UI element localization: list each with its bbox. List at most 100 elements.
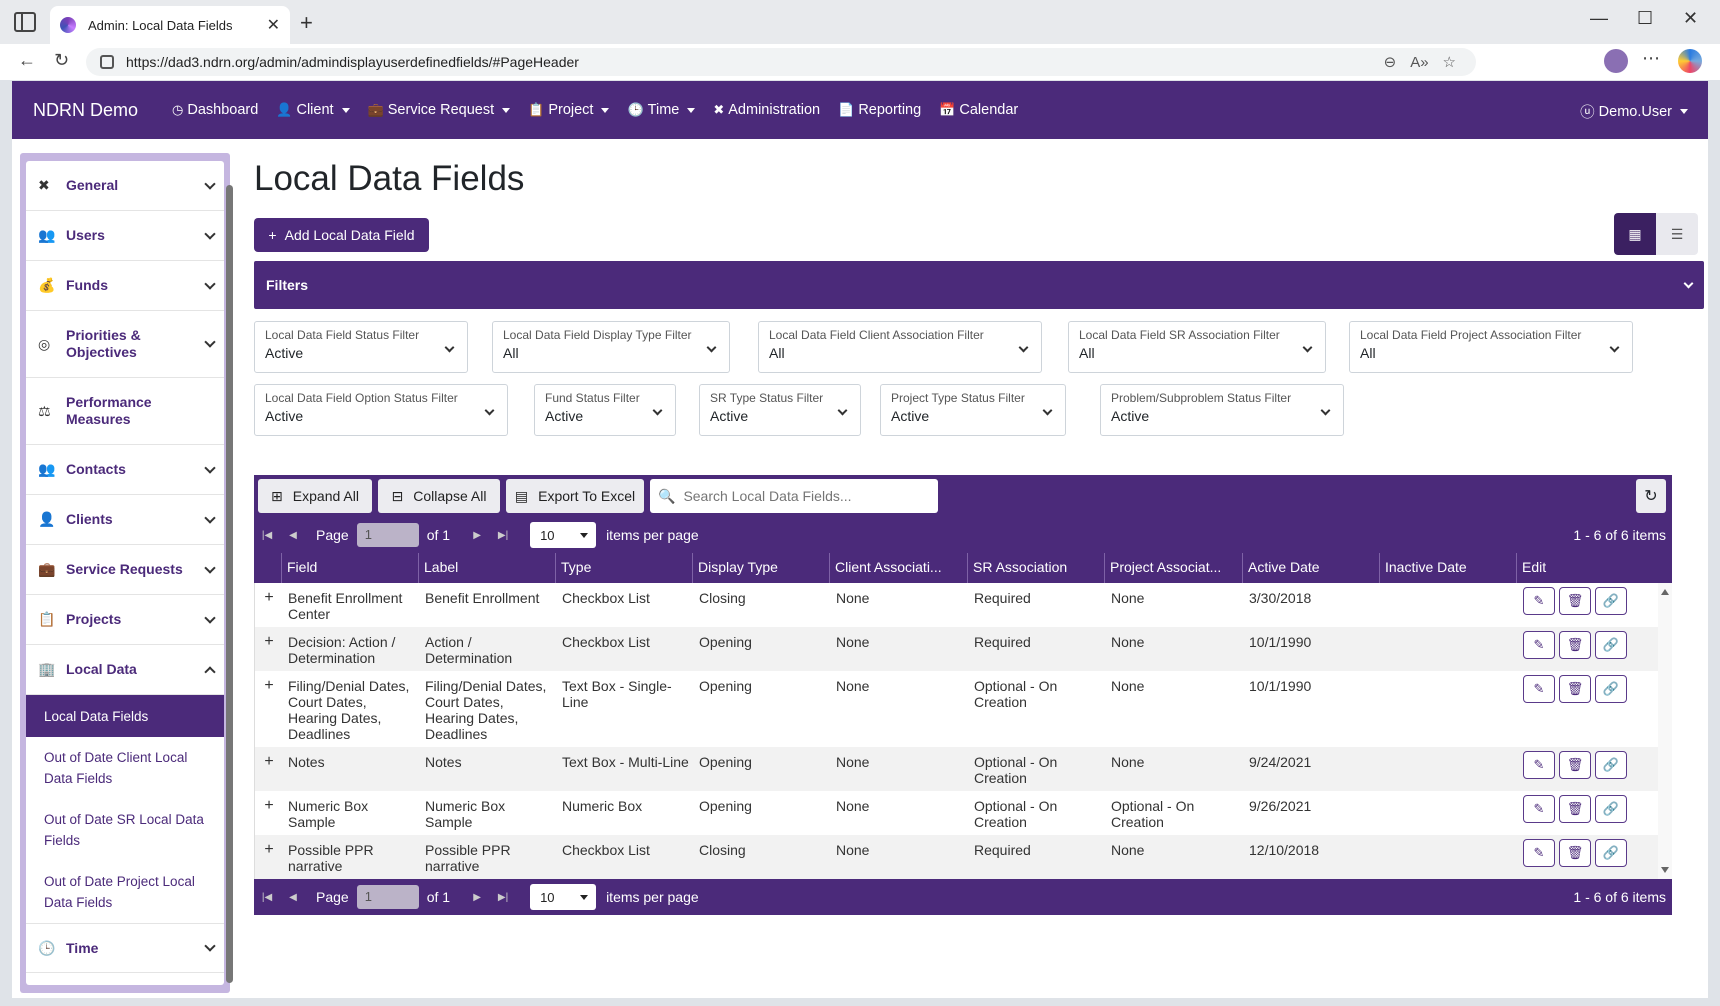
sidebar-item-users[interactable]: 👥 Users — [26, 211, 224, 261]
filters-panel-header[interactable]: Filters — [254, 261, 1704, 309]
ldf-status-filter[interactable]: Local Data Field Status Filter Active — [254, 321, 468, 373]
read-aloud-icon[interactable]: A» — [1410, 54, 1428, 71]
next-page-icon[interactable]: ▶ — [464, 530, 490, 541]
sidebar-item-performance-measures[interactable]: ⚖ Performance Measures — [26, 378, 224, 445]
first-page-icon[interactable]: |◀ — [254, 892, 280, 903]
delete-icon[interactable]: 🗑 — [1559, 751, 1591, 779]
last-page-icon[interactable]: ▶| — [490, 530, 516, 541]
nav-time[interactable]: 🕒 Time — [627, 102, 696, 118]
sidebar-item-time[interactable]: 🕒 Time — [26, 923, 224, 973]
link-icon[interactable]: 🔗 — [1595, 675, 1627, 703]
last-page-icon[interactable]: ▶| — [490, 892, 516, 903]
project-type-status-filter[interactable]: Project Type Status Filter Active — [880, 384, 1066, 436]
edit-icon[interactable]: ✎ — [1523, 839, 1555, 867]
grid-view-button[interactable]: ▦ — [1614, 213, 1656, 255]
tab-close-icon[interactable]: ✕ — [267, 15, 280, 35]
items-per-page-select[interactable]: 10 — [530, 884, 597, 910]
ldf-client-association-filter[interactable]: Local Data Field Client Association Filt… — [758, 321, 1042, 373]
ldf-sr-association-filter[interactable]: Local Data Field SR Association Filter Al… — [1068, 321, 1326, 373]
more-options-icon[interactable]: ⋯ — [1642, 48, 1660, 69]
grid-scrollbar[interactable] — [1658, 583, 1672, 879]
delete-icon[interactable]: 🗑 — [1559, 587, 1591, 615]
expand-row-icon[interactable]: + — [255, 835, 283, 879]
col-sr-association[interactable]: SR Association — [968, 553, 1105, 583]
nav-project[interactable]: 📋 Project — [528, 102, 610, 118]
nav-dashboard[interactable]: ◷ Dashboard — [172, 102, 258, 118]
sidebar-item-general[interactable]: ✖ General — [26, 161, 224, 211]
nav-client[interactable]: 👤 Client — [276, 102, 350, 118]
expand-row-icon[interactable]: + — [255, 627, 283, 671]
list-view-button[interactable]: ☰ — [1656, 213, 1698, 255]
expand-row-icon[interactable]: + — [255, 583, 283, 627]
items-per-page-select[interactable]: 10 — [530, 522, 597, 548]
edit-icon[interactable]: ✎ — [1523, 587, 1555, 615]
sidebar-item-clients[interactable]: 👤 Clients — [26, 495, 224, 545]
prev-page-icon[interactable]: ◀ — [280, 892, 306, 903]
expand-row-icon[interactable]: + — [255, 671, 283, 747]
edit-icon[interactable]: ✎ — [1523, 631, 1555, 659]
edit-icon[interactable]: ✎ — [1523, 675, 1555, 703]
url-field[interactable]: https://dad3.ndrn.org/admin/admindisplay… — [86, 48, 1476, 76]
col-inactive-date[interactable]: Inactive Date — [1380, 553, 1517, 583]
col-project-association[interactable]: Project Associat... — [1105, 553, 1243, 583]
sidebar-sub-out-of-date-client[interactable]: Out of Date Client Local Data Fields — [26, 737, 224, 799]
prev-page-icon[interactable]: ◀ — [280, 530, 306, 541]
sidebar-sub-out-of-date-project[interactable]: Out of Date Project Local Data Fields — [26, 861, 224, 923]
user-menu[interactable]: ⓤ Demo.User — [1580, 101, 1688, 122]
window-close-icon[interactable]: ✕ — [1683, 8, 1698, 29]
ldf-project-association-filter[interactable]: Local Data Field Project Association Fil… — [1349, 321, 1633, 373]
refresh-button[interactable]: ↻ — [1636, 479, 1666, 513]
sr-type-status-filter[interactable]: SR Type Status Filter Active — [699, 384, 861, 436]
nav-reporting[interactable]: 📄 Reporting — [838, 102, 921, 118]
link-icon[interactable]: 🔗 — [1595, 587, 1627, 615]
col-label[interactable]: Label — [419, 553, 556, 583]
sidebar-item-projects[interactable]: 📋 Projects — [26, 595, 224, 645]
scroll-down-icon[interactable] — [1661, 867, 1669, 873]
grid-search[interactable]: 🔍 — [650, 479, 938, 513]
sidebar-item-contacts[interactable]: 👥 Contacts — [26, 445, 224, 495]
sidebar-sub-local-data-fields[interactable]: Local Data Fields — [26, 695, 224, 737]
link-icon[interactable]: 🔗 — [1595, 839, 1627, 867]
maximize-icon[interactable]: ☐ — [1637, 8, 1653, 29]
nav-service-request[interactable]: 💼 Service Request — [368, 102, 511, 118]
col-field[interactable]: Field — [282, 553, 419, 583]
expand-row-icon[interactable]: + — [255, 747, 283, 791]
browser-tab[interactable]: Admin: Local Data Fields ✕ — [50, 6, 290, 44]
col-display-type[interactable]: Display Type — [693, 553, 830, 583]
col-type[interactable]: Type — [556, 553, 693, 583]
minimize-icon[interactable]: — — [1590, 8, 1608, 29]
delete-icon[interactable]: 🗑 — [1559, 631, 1591, 659]
col-active-date[interactable]: Active Date — [1243, 553, 1380, 583]
delete-icon[interactable]: 🗑 — [1559, 675, 1591, 703]
favorite-icon[interactable]: ☆ — [1443, 53, 1456, 71]
next-page-icon[interactable]: ▶ — [464, 892, 490, 903]
profile-icon[interactable] — [1604, 49, 1628, 73]
problem-subproblem-status-filter[interactable]: Problem/Subproblem Status Filter Active — [1100, 384, 1344, 436]
sidebar-item-service-requests[interactable]: 💼 Service Requests — [26, 545, 224, 595]
add-local-data-field-button[interactable]: + Add Local Data Field — [254, 218, 429, 252]
export-to-excel-button[interactable]: ▤ Export To Excel — [506, 479, 644, 513]
page-input[interactable]: 1 — [356, 885, 419, 909]
nav-calendar[interactable]: 📅 Calendar — [939, 102, 1018, 118]
fund-status-filter[interactable]: Fund Status Filter Active — [534, 384, 676, 436]
sidebar-item-local-data[interactable]: 🏢 Local Data — [26, 645, 224, 695]
link-icon[interactable]: 🔗 — [1595, 631, 1627, 659]
scroll-up-icon[interactable] — [1661, 589, 1669, 595]
ldf-display-type-filter[interactable]: Local Data Field Display Type Filter All — [492, 321, 730, 373]
link-icon[interactable]: 🔗 — [1595, 795, 1627, 823]
sidebar-sub-out-of-date-sr[interactable]: Out of Date SR Local Data Fields — [26, 799, 224, 861]
sidebar-scrollbar[interactable] — [224, 147, 234, 993]
reload-icon[interactable]: ↻ — [54, 50, 69, 71]
sidebar-scroll-thumb[interactable] — [226, 185, 233, 983]
sidebar-toggle-icon[interactable] — [14, 12, 36, 32]
delete-icon[interactable]: 🗑 — [1559, 795, 1591, 823]
copilot-icon[interactable] — [1678, 49, 1702, 73]
sidebar-item-priorities[interactable]: ◎ Priorities & Objectives — [26, 311, 224, 378]
first-page-icon[interactable]: |◀ — [254, 530, 280, 541]
brand-title[interactable]: NDRN Demo — [33, 100, 138, 121]
sidebar-item-funds[interactable]: 💰 Funds — [26, 261, 224, 311]
nav-administration[interactable]: ✖ Administration — [713, 102, 820, 118]
edit-icon[interactable]: ✎ — [1523, 751, 1555, 779]
page-input[interactable]: 1 — [356, 523, 419, 547]
col-client-association[interactable]: Client Associati... — [830, 553, 968, 583]
